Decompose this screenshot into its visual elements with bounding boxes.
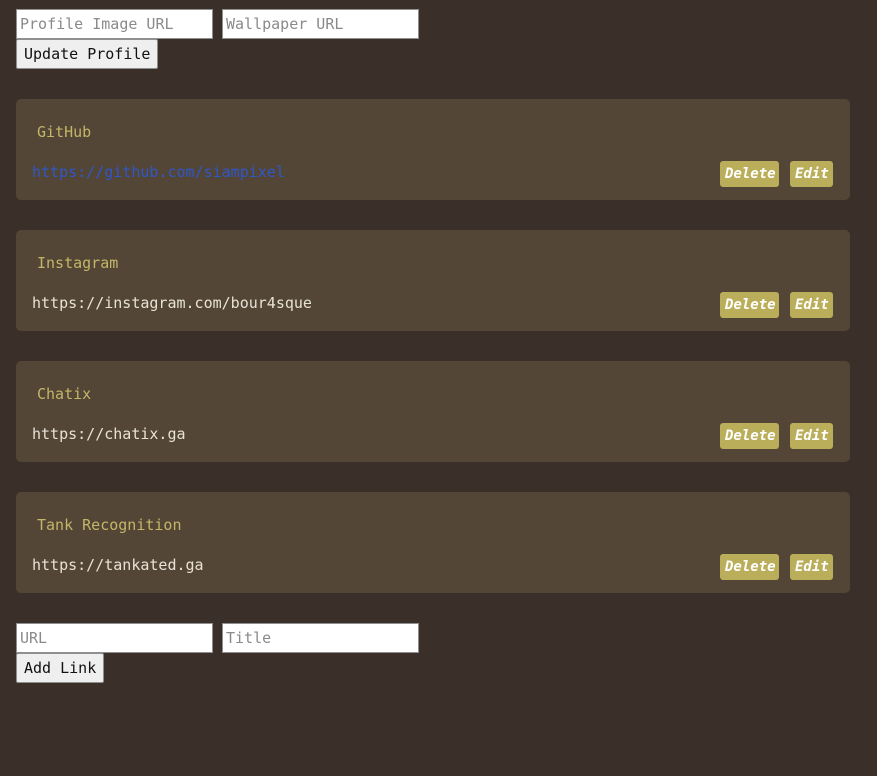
edit-button[interactable]: Edit bbox=[790, 423, 833, 449]
edit-button[interactable]: Edit bbox=[790, 554, 833, 580]
new-link-title-input[interactable] bbox=[222, 623, 419, 653]
new-link-url-input[interactable] bbox=[16, 623, 213, 653]
wallpaper-url-input[interactable] bbox=[222, 9, 419, 39]
delete-button[interactable]: Delete bbox=[720, 423, 779, 449]
delete-button[interactable]: Delete bbox=[720, 554, 779, 580]
link-url: https://chatix.ga bbox=[32, 425, 186, 443]
link-title: Instagram bbox=[37, 254, 119, 272]
delete-button[interactable]: Delete bbox=[720, 292, 779, 318]
link-url: https://instagram.com/bour4sque bbox=[32, 294, 312, 312]
link-card-chatix: Chatix https://chatix.ga Delete Edit bbox=[16, 361, 850, 462]
link-card-instagram: Instagram https://instagram.com/bour4squ… bbox=[16, 230, 850, 331]
link-url: https://tankated.ga bbox=[32, 556, 204, 574]
link-card-tank-recognition: Tank Recognition https://tankated.ga Del… bbox=[16, 492, 850, 593]
update-profile-button[interactable]: Update Profile bbox=[16, 39, 159, 69]
delete-button[interactable]: Delete bbox=[720, 161, 779, 187]
profile-image-url-input[interactable] bbox=[16, 9, 213, 39]
link-title: Chatix bbox=[37, 385, 92, 403]
edit-button[interactable]: Edit bbox=[790, 161, 833, 187]
link-url[interactable]: https://github.com/siampixel bbox=[32, 163, 285, 181]
link-title: GitHub bbox=[37, 123, 92, 141]
link-card-github: GitHub https://github.com/siampixel Dele… bbox=[16, 99, 850, 200]
link-title: Tank Recognition bbox=[37, 516, 182, 534]
add-link-button[interactable]: Add Link bbox=[16, 653, 105, 683]
edit-button[interactable]: Edit bbox=[790, 292, 833, 318]
